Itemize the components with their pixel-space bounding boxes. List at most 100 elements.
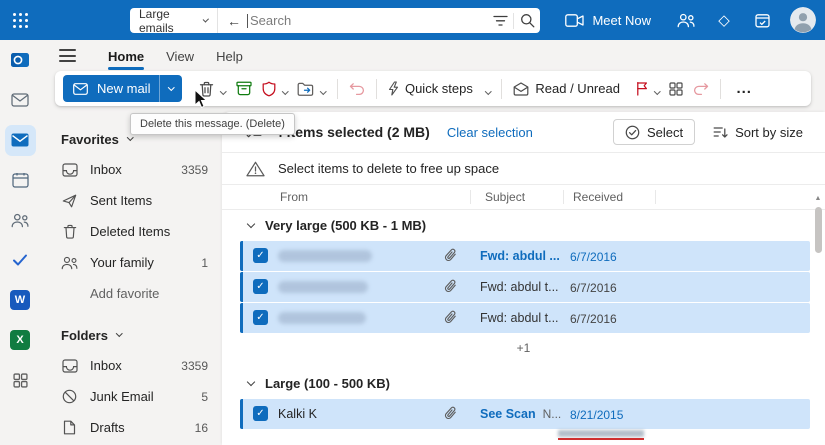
chevron-down-icon[interactable] (654, 81, 661, 99)
group-overflow-indicator[interactable]: +1 (222, 334, 825, 362)
mail-selected-icon[interactable] (0, 120, 40, 160)
people-icon[interactable] (0, 200, 40, 240)
premium-button[interactable] (705, 0, 743, 40)
quick-steps-label: Quick steps (404, 81, 473, 96)
sidebar-item-inbox[interactable]: Inbox 3359 (40, 154, 222, 185)
tab-home[interactable]: Home (97, 44, 155, 73)
my-day-button[interactable] (743, 0, 781, 40)
read-unread-button[interactable]: Read / Unread (508, 75, 631, 102)
sender-redacted (278, 281, 368, 293)
apps-button[interactable] (664, 75, 688, 102)
sidebar-item-count: 1 (201, 255, 208, 270)
mail-icon[interactable] (0, 80, 40, 120)
tooltip: Delete this message. (Delete) (130, 113, 295, 135)
column-divider (655, 190, 656, 204)
clear-selection-link[interactable]: Clear selection (447, 125, 533, 140)
section-title: Favorites (61, 131, 119, 147)
more-apps-icon[interactable] (0, 360, 40, 400)
sender-redacted (278, 312, 366, 324)
sidebar-item-label: Inbox (90, 358, 122, 373)
outlook-window: Large emails Search Me (0, 0, 825, 445)
section-title: Folders (61, 327, 108, 343)
back-arrow-icon[interactable] (227, 14, 241, 28)
group-header-large[interactable]: Large (100 - 500 KB) (222, 368, 825, 399)
column-received[interactable]: Received (573, 190, 623, 204)
topbar: Large emails Search Me (0, 0, 825, 40)
folders-section-header[interactable]: Folders (40, 320, 222, 350)
more-options-button[interactable]: ... (727, 75, 761, 102)
message-subject: See Scan (480, 407, 536, 421)
account-button[interactable] (781, 7, 825, 33)
todo-icon[interactable] (0, 240, 40, 280)
sidebar-item-sent-items[interactable]: Sent Items (40, 185, 222, 216)
calendar-icon[interactable] (0, 160, 40, 200)
send-icon (61, 194, 78, 208)
filter-icon[interactable] (487, 8, 513, 33)
message-subject: Fwd: abdul t... (480, 311, 559, 325)
chevron-down-icon[interactable] (484, 81, 492, 99)
group-header-very-large[interactable]: Very large (500 KB - 1 MB) (222, 210, 825, 241)
hamburger-menu-button[interactable] (59, 49, 76, 62)
message-list-pane: 4 items selected (2 MB) Clear selection … (222, 112, 825, 445)
column-subject[interactable]: Subject (485, 190, 525, 204)
word-icon[interactable]: W (0, 280, 40, 320)
flag-button[interactable] (631, 75, 653, 102)
add-favorite-button[interactable]: Add favorite (40, 278, 222, 309)
message-subject: Fwd: abdul t... (480, 280, 559, 294)
tab-view[interactable]: View (155, 44, 205, 73)
excel-icon[interactable]: X (0, 320, 40, 360)
undo-button[interactable] (344, 75, 370, 102)
row-checkbox[interactable] (253, 310, 268, 325)
scrollbar-thumb[interactable] (814, 207, 822, 253)
sidebar-item-folders-inbox[interactable]: Inbox 3359 (40, 350, 222, 381)
sidebar-item-junk-email[interactable]: Junk Email 5 (40, 381, 222, 412)
teams-button[interactable] (667, 0, 705, 40)
select-button[interactable]: Select (612, 119, 696, 145)
chevron-down-icon[interactable] (282, 81, 289, 99)
read-unread-label: Read / Unread (535, 81, 620, 96)
scrollbar[interactable] (813, 194, 823, 441)
sort-button[interactable]: Sort by size (713, 125, 803, 140)
search-icon[interactable] (514, 8, 540, 33)
outlook-logo[interactable] (0, 40, 40, 80)
banner-text: Select items to delete to free up space (278, 161, 500, 176)
column-from[interactable]: From (280, 190, 308, 204)
move-to-button[interactable] (292, 75, 319, 102)
message-row[interactable]: Fwd: abdul t... 6/7/2016 (240, 303, 810, 333)
app-launcher-button[interactable] (0, 0, 40, 40)
tab-help[interactable]: Help (205, 44, 254, 73)
chevron-down-icon[interactable] (320, 81, 327, 99)
redo-button[interactable] (688, 75, 714, 102)
chevron-down-icon (246, 219, 256, 229)
message-preview: N... (542, 407, 562, 421)
row-checkbox[interactable] (253, 279, 268, 294)
report-button[interactable] (257, 75, 281, 102)
sidebar-item-your-family[interactable]: Your family 1 (40, 247, 222, 278)
chevron-down-icon (246, 377, 256, 387)
quick-steps-button[interactable]: Quick steps (383, 75, 484, 102)
archive-button[interactable] (231, 75, 257, 102)
meet-now-button[interactable]: Meet Now (549, 0, 667, 40)
search-placeholder: Search (250, 13, 292, 28)
new-mail-button[interactable]: New mail (63, 75, 183, 102)
column-divider (563, 190, 564, 204)
attachment-icon (444, 248, 457, 262)
sidebar-item-deleted-items[interactable]: Deleted Items (40, 216, 222, 247)
row-checkbox[interactable] (253, 248, 268, 263)
attachment-icon (444, 310, 457, 324)
mail-icon (73, 82, 88, 95)
chevron-down-icon[interactable] (220, 81, 227, 99)
sidebar-item-label: Add favorite (90, 286, 160, 301)
message-row[interactable]: Kalki K See Scan N... 8/21/2015 (240, 399, 810, 429)
sidebar-item-label: Your family (90, 255, 154, 270)
scroll-up-arrow-icon[interactable] (813, 194, 823, 204)
search-input[interactable]: Search (218, 8, 540, 33)
message-subject: Fwd: abdul ... (480, 249, 560, 263)
message-row[interactable]: Fwd: abdul ... 6/7/2016 (240, 241, 810, 271)
sidebar-item-drafts[interactable]: Drafts 16 (40, 412, 222, 443)
message-row[interactable]: Fwd: abdul t... 6/7/2016 (240, 272, 810, 302)
row-checkbox[interactable] (253, 406, 268, 421)
delete-button[interactable] (194, 75, 219, 102)
new-mail-split-chevron[interactable] (160, 75, 182, 102)
search-scope-dropdown[interactable]: Large emails (130, 7, 218, 35)
